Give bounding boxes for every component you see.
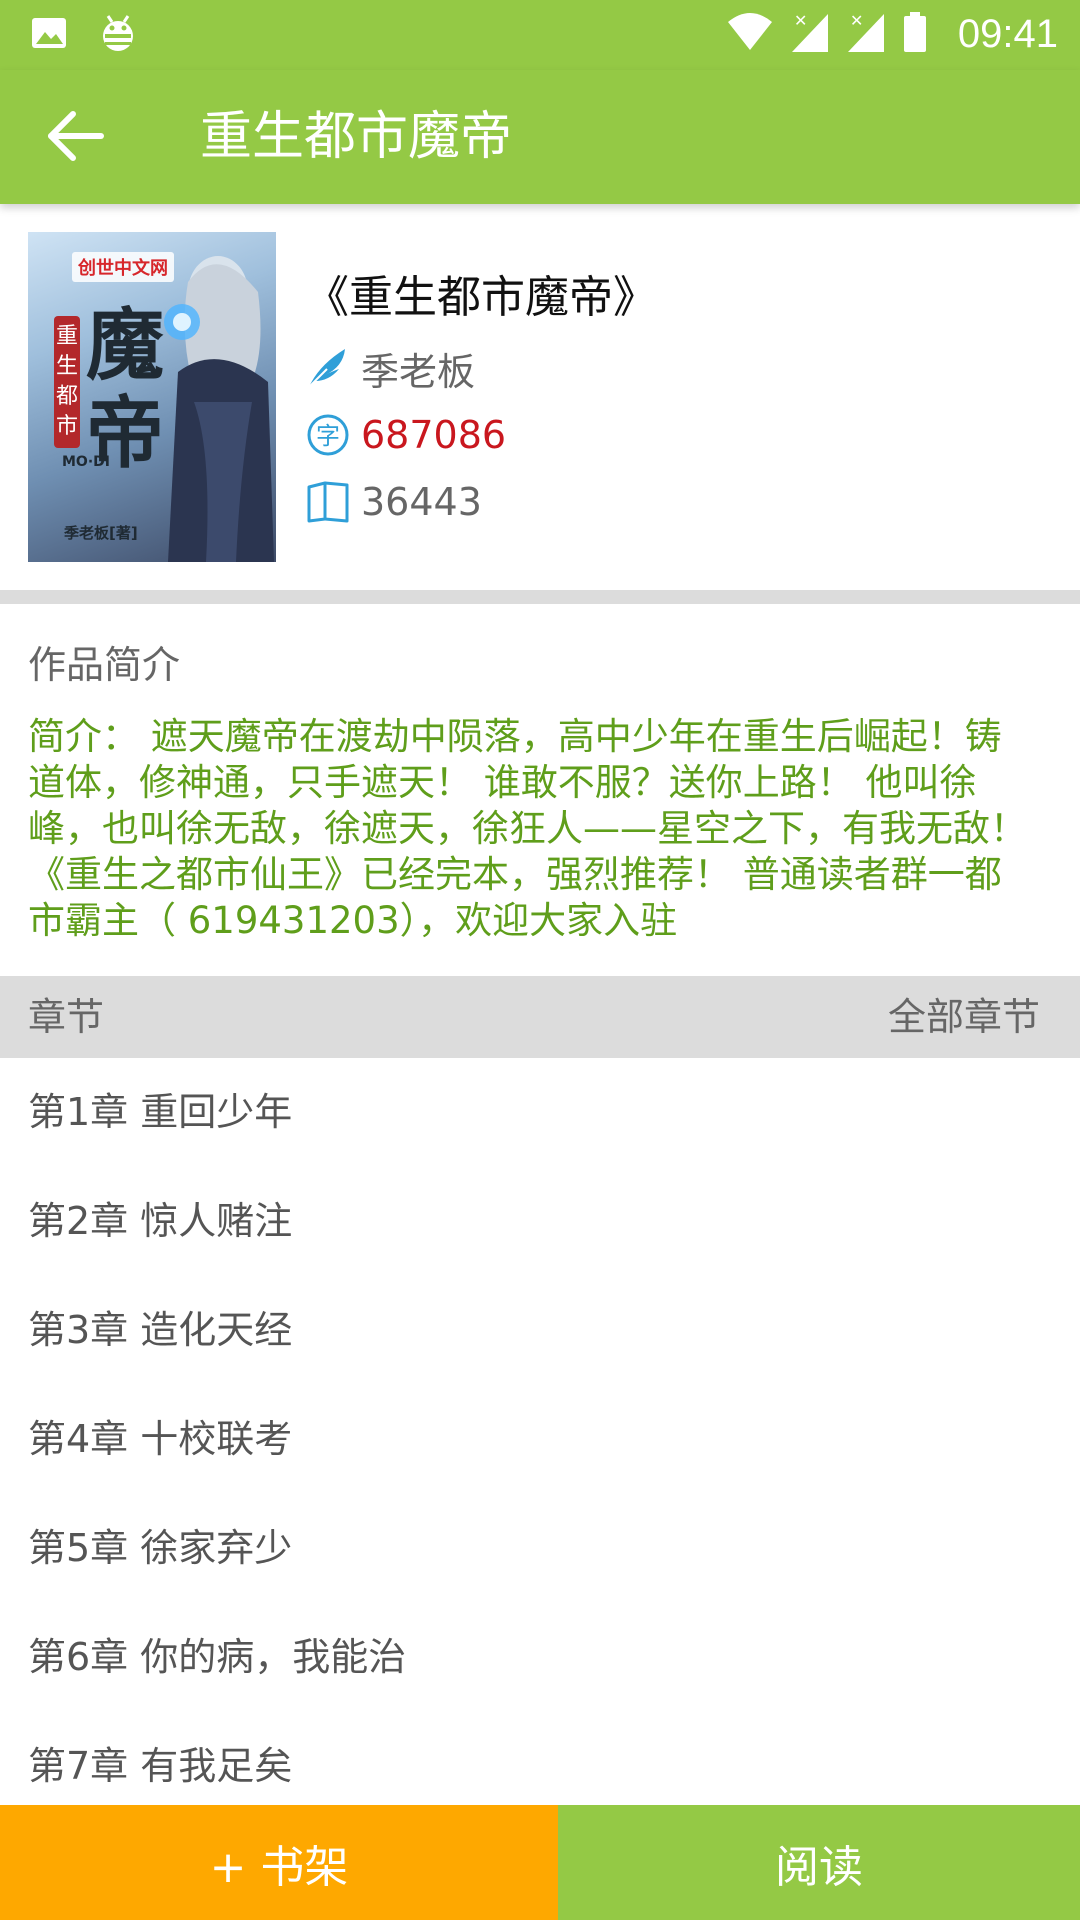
synopsis-heading: 作品简介: [28, 643, 181, 687]
chapter-list: 第1章 重回少年 第2章 惊人赌注 第3章 造化天经 第4章 十校联考 第5章 …: [0, 1058, 1080, 1821]
cover-small-title: 重生都市: [54, 316, 80, 448]
wifi-icon: [726, 10, 774, 58]
page-title: 重生都市魔帝: [200, 107, 513, 167]
add-to-shelf-button[interactable]: + 书架: [0, 1805, 558, 1920]
word-count-row: 字 687086: [305, 407, 506, 463]
signal-icon: ✕: [790, 10, 830, 58]
book-header: 创世中文网 重生都市 魔帝 MO·DI 季老板[著] 《重生都市魔帝》 季老板 …: [0, 204, 1080, 590]
chapter-header-label: 章节: [28, 995, 105, 1039]
back-button[interactable]: [40, 103, 110, 173]
character-icon: 字: [305, 412, 351, 458]
svg-text:✕: ✕: [850, 11, 863, 30]
book-cover[interactable]: 创世中文网 重生都市 魔帝 MO·DI 季老板[著]: [28, 232, 276, 562]
author-row: 季老板: [305, 340, 475, 396]
cover-logo: 创世中文网: [72, 252, 174, 282]
chapter-item[interactable]: 第5章 徐家弃少: [0, 1494, 1080, 1603]
all-chapters-link[interactable]: 全部章节: [888, 976, 1040, 1058]
chapter-item[interactable]: 第1章 重回少年: [0, 1058, 1080, 1167]
android-debug-icon: [98, 12, 138, 58]
synopsis-text: 简介： 遮天魔帝在渡劫中陨落，高中少年在重生后崛起！铸道体，修神通，只手遮天！ …: [28, 715, 1027, 942]
cover-figure-illustration: [164, 256, 274, 562]
svg-text:字: 字: [316, 422, 340, 450]
arrow-left-icon: [45, 110, 105, 166]
app-bar: 重生都市魔帝: [0, 70, 1080, 204]
chapter-item[interactable]: 第4章 十校联考: [0, 1385, 1080, 1494]
book-icon: [305, 479, 351, 525]
chapter-count-row: 36443: [305, 474, 482, 530]
word-count: 687086: [361, 413, 507, 457]
section-divider: [0, 590, 1080, 604]
author-name: 季老板: [361, 349, 476, 394]
cover-author-line: 季老板[著]: [64, 524, 138, 542]
chapter-item[interactable]: 第2章 惊人赌注: [0, 1167, 1080, 1276]
signal-icon: ✕: [846, 10, 886, 58]
image-icon: [30, 14, 68, 56]
battery-icon: [902, 10, 928, 58]
status-time: 09:41: [957, 11, 1058, 56]
status-bar: ✕ ✕ 09:41: [0, 0, 1080, 70]
read-button[interactable]: 阅读: [558, 1805, 1080, 1920]
feather-icon: [305, 345, 351, 391]
chapter-header: 章节 全部章节: [0, 976, 1080, 1058]
cover-big-title: 魔帝: [86, 300, 165, 479]
chapter-count: 36443: [361, 480, 482, 524]
cover-latin-title: MO·DI: [62, 454, 110, 470]
book-title: 《重生都市魔帝》: [305, 272, 657, 323]
chapter-item[interactable]: 第3章 造化天经: [0, 1276, 1080, 1385]
svg-text:✕: ✕: [794, 11, 807, 30]
bottom-action-bar: + 书架 阅读: [0, 1805, 1080, 1920]
chapter-item[interactable]: 第6章 你的病，我能治: [0, 1603, 1080, 1712]
